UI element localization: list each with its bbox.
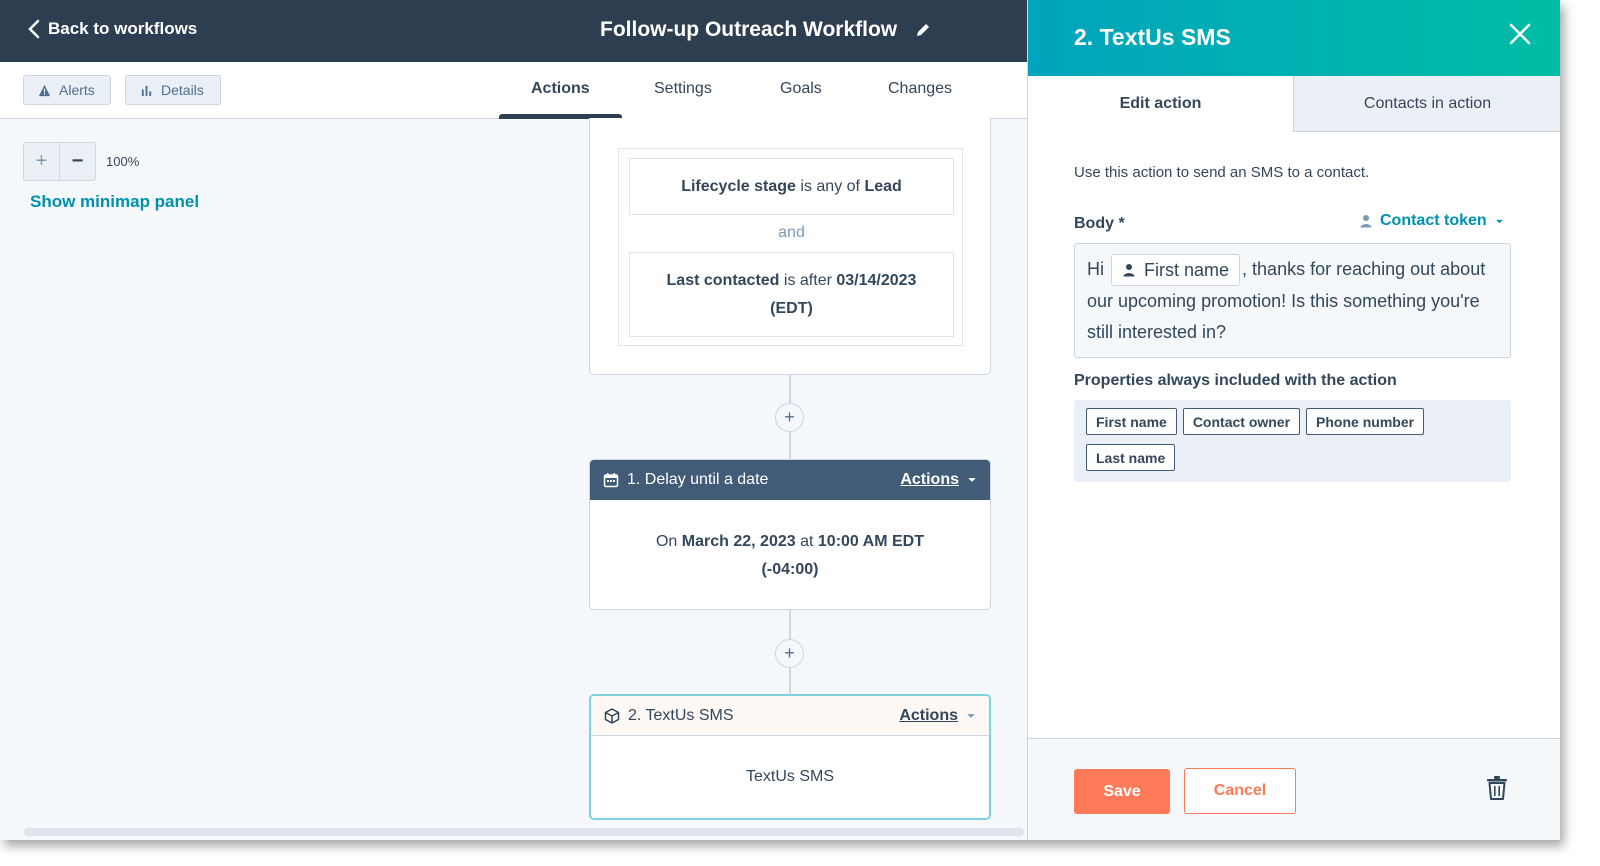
back-label: Back to workflows <box>48 19 198 38</box>
canvas-horizontal-scrollbar[interactable] <box>24 828 1024 836</box>
save-button[interactable]: Save <box>1074 769 1170 814</box>
properties-label: Properties always included with the acti… <box>1074 372 1397 389</box>
property-tag: Last name <box>1086 444 1176 471</box>
pencil-icon[interactable] <box>915 22 931 38</box>
filter-group: Lifecycle stage is any of Lead and Last … <box>618 148 963 346</box>
workflow-title-text: Follow-up Outreach Workflow <box>600 18 898 41</box>
panel-footer: Save Cancel <box>1028 738 1560 840</box>
tab-contacts-in-action[interactable]: Contacts in action <box>1293 76 1560 132</box>
bar-chart-icon <box>141 85 152 96</box>
zoom-level: 100% <box>106 154 140 169</box>
filter-property: Last contacted <box>666 272 780 289</box>
delay-actions-menu[interactable]: Actions <box>900 471 977 489</box>
filter-operator: is any of <box>800 178 860 195</box>
enrollment-trigger-card[interactable]: Lifecycle stage is any of Lead and Last … <box>589 118 991 375</box>
tab-settings[interactable]: Settings <box>654 80 712 98</box>
action-description: Use this action to send an SMS to a cont… <box>1074 164 1370 181</box>
add-action-button[interactable]: + <box>775 639 804 668</box>
delay-prefix: On <box>655 533 678 550</box>
property-tag: Phone number <box>1306 408 1425 435</box>
tab-changes[interactable]: Changes <box>888 80 952 98</box>
delay-time: 10:00 AM EDT <box>817 533 924 550</box>
filter-property: Lifecycle stage <box>681 178 796 195</box>
sms-action-body: TextUs SMS <box>745 768 834 785</box>
body-field-label: Body * <box>1074 215 1125 232</box>
delay-action-body: On March 22, 2023 at 10:00 AM EDT (-04:0… <box>590 500 990 584</box>
caret-down-icon <box>968 478 976 482</box>
filter-connector: and <box>778 224 805 241</box>
calendar-icon <box>603 473 619 488</box>
delay-offset: (-04:00) <box>761 561 819 578</box>
chevron-left-icon <box>28 19 40 39</box>
body-text-start: Hi <box>1087 259 1104 279</box>
actions-menu-label: Actions <box>899 706 958 724</box>
tab-actions[interactable]: Actions <box>531 80 590 98</box>
app-window: Back to workflows Follow-up Outreach Wor… <box>0 0 1560 840</box>
sms-action-card[interactable]: 2. TextUs SMS Actions TextUs SMS <box>589 694 991 820</box>
delay-action-card[interactable]: 1. Delay until a date Actions On March 2… <box>589 459 991 610</box>
delay-at: at <box>800 533 814 550</box>
workflow-toolbar: Alerts Details Actions Settings Goals Ch… <box>0 62 1028 119</box>
caret-down-icon <box>967 713 975 718</box>
included-properties: First name Contact owner Phone number La… <box>1074 400 1511 482</box>
delay-date: March 22, 2023 <box>681 533 796 550</box>
close-icon[interactable] <box>1508 22 1532 46</box>
warning-icon <box>38 84 51 96</box>
token-label: First name <box>1144 260 1230 281</box>
caret-down-icon <box>1495 219 1503 223</box>
panel-header: 2. TextUs SMS <box>1028 0 1560 76</box>
property-tag: Contact owner <box>1182 408 1301 435</box>
workflow-title: Follow-up Outreach Workflow <box>600 18 931 42</box>
sms-action-header: 2. TextUs SMS Actions <box>591 696 989 736</box>
alerts-button[interactable]: Alerts <box>23 75 111 105</box>
zoom-controls: + − <box>23 142 96 181</box>
sms-actions-menu[interactable]: Actions <box>899 707 976 725</box>
show-minimap-link[interactable]: Show minimap panel <box>30 192 199 212</box>
details-label: Details <box>161 82 204 98</box>
contact-token-label: Contact token <box>1380 212 1487 229</box>
cube-icon <box>604 707 620 724</box>
workflow-header: Back to workflows Follow-up Outreach Wor… <box>0 0 1028 62</box>
add-action-button[interactable]: + <box>775 403 804 432</box>
person-icon <box>1123 264 1135 277</box>
filter-last-contacted[interactable]: Last contacted is after 03/14/2023 (EDT) <box>629 252 954 337</box>
zoom-out-button[interactable]: − <box>60 143 95 180</box>
zoom-in-button[interactable]: + <box>24 143 60 180</box>
cancel-button[interactable]: Cancel <box>1184 768 1296 814</box>
edit-action-panel: 2. TextUs SMS Edit action Contacts in ac… <box>1027 0 1560 840</box>
sms-body-editor[interactable]: Hi First name , thanks for reaching out … <box>1074 243 1511 358</box>
sms-action-title: 2. TextUs SMS <box>628 706 734 724</box>
alerts-label: Alerts <box>59 82 95 98</box>
property-tag: First name <box>1086 408 1177 435</box>
contact-token-dropdown[interactable]: Contact token <box>1360 212 1504 230</box>
filter-value: Lead <box>864 178 902 195</box>
back-to-workflows-link[interactable]: Back to workflows <box>28 19 197 39</box>
actions-menu-label: Actions <box>900 471 959 488</box>
filter-lifecycle-stage[interactable]: Lifecycle stage is any of Lead <box>629 158 954 215</box>
panel-title: 2. TextUs SMS <box>1074 24 1231 50</box>
filter-operator: is after <box>783 272 832 289</box>
delay-action-header: 1. Delay until a date Actions <box>590 460 990 500</box>
first-name-token[interactable]: First name <box>1111 254 1241 287</box>
tab-goals[interactable]: Goals <box>780 80 822 98</box>
filter-timezone: (EDT) <box>770 300 813 317</box>
person-icon <box>1360 215 1372 228</box>
trash-icon[interactable] <box>1486 775 1508 801</box>
tab-edit-action[interactable]: Edit action <box>1028 76 1293 132</box>
filter-value: 03/14/2023 <box>836 272 917 289</box>
delay-action-title: 1. Delay until a date <box>627 471 769 488</box>
details-button[interactable]: Details <box>125 75 221 105</box>
